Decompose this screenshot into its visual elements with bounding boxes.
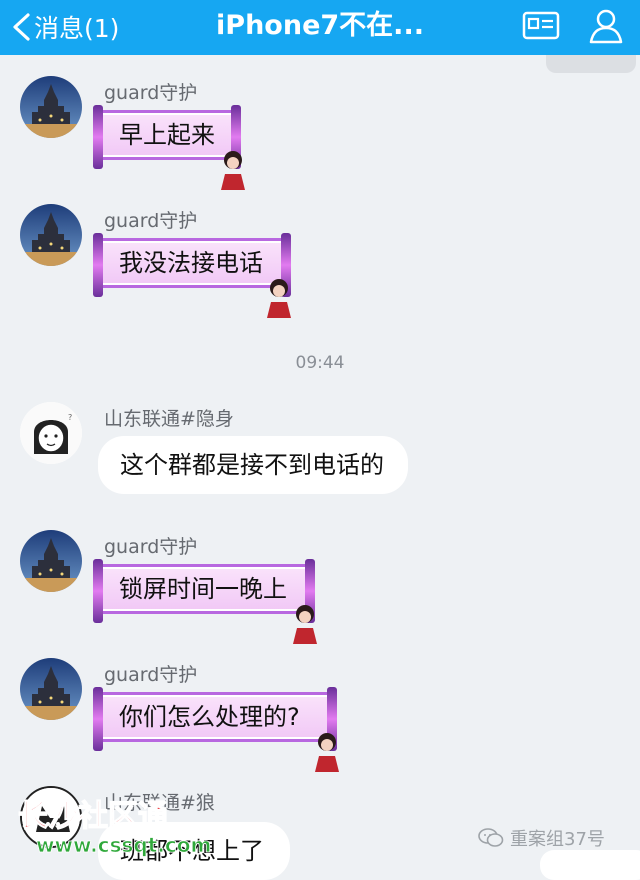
sender-name: guard守护: [104, 210, 198, 232]
group-members-icon: [589, 9, 623, 44]
bubble-character-icon: [310, 730, 344, 772]
svg-text:?: ?: [68, 413, 72, 422]
message-bubble[interactable]: 我没法接电话: [93, 233, 291, 297]
castle-avatar-image: [20, 530, 82, 592]
castle-avatar-image: [20, 76, 82, 138]
sender-name: guard守护: [104, 664, 198, 686]
partial-bubble: [540, 850, 640, 880]
avatar[interactable]: [20, 204, 82, 266]
watermark-account: 重案组37号: [478, 824, 605, 852]
avatar[interactable]: [20, 786, 82, 848]
avatar[interactable]: ?: [20, 402, 82, 464]
back-label: 消息(1): [34, 14, 120, 43]
castle-avatar-image: [20, 204, 82, 266]
bubble-character-icon: [288, 602, 322, 644]
sender-name: guard守护: [104, 536, 198, 558]
message-bubble[interactable]: 锁屏时间一晚上: [93, 559, 315, 623]
chat-title: iPhone7不在...: [216, 10, 424, 41]
timestamp: 09:44: [295, 353, 345, 373]
avatar[interactable]: [20, 530, 82, 592]
bubble-character-icon: [262, 276, 296, 318]
sender-name: 山东联通#狼: [104, 792, 215, 814]
bubble-character-icon: [216, 148, 250, 190]
chat-header: 消息(1) iPhone7不在...: [0, 0, 640, 55]
message-bubble[interactable]: 你们怎么处理的?: [93, 687, 337, 751]
sender-name: 山东联通#隐身: [104, 408, 234, 430]
group-members-button[interactable]: [584, 6, 628, 46]
message-bubble[interactable]: 这个群都是接不到电话的: [98, 436, 408, 494]
header-tab-shadow: [546, 55, 636, 73]
group-card-button[interactable]: [520, 6, 564, 46]
chevron-left-icon: [13, 13, 30, 41]
sender-name: guard守护: [104, 82, 198, 104]
castle-avatar-image: [20, 658, 82, 720]
wolf-avatar-image: [22, 788, 80, 846]
message-bubble[interactable]: 班都不想上了: [98, 822, 290, 880]
wechat-icon: [478, 828, 504, 847]
cartoon-avatar-image: ?: [20, 402, 82, 464]
watermark-account-name: 重案组37号: [510, 829, 605, 850]
profile-card-icon: [522, 11, 560, 40]
avatar[interactable]: [20, 658, 82, 720]
back-button[interactable]: 消息(1): [10, 7, 119, 47]
avatar[interactable]: [20, 76, 82, 138]
